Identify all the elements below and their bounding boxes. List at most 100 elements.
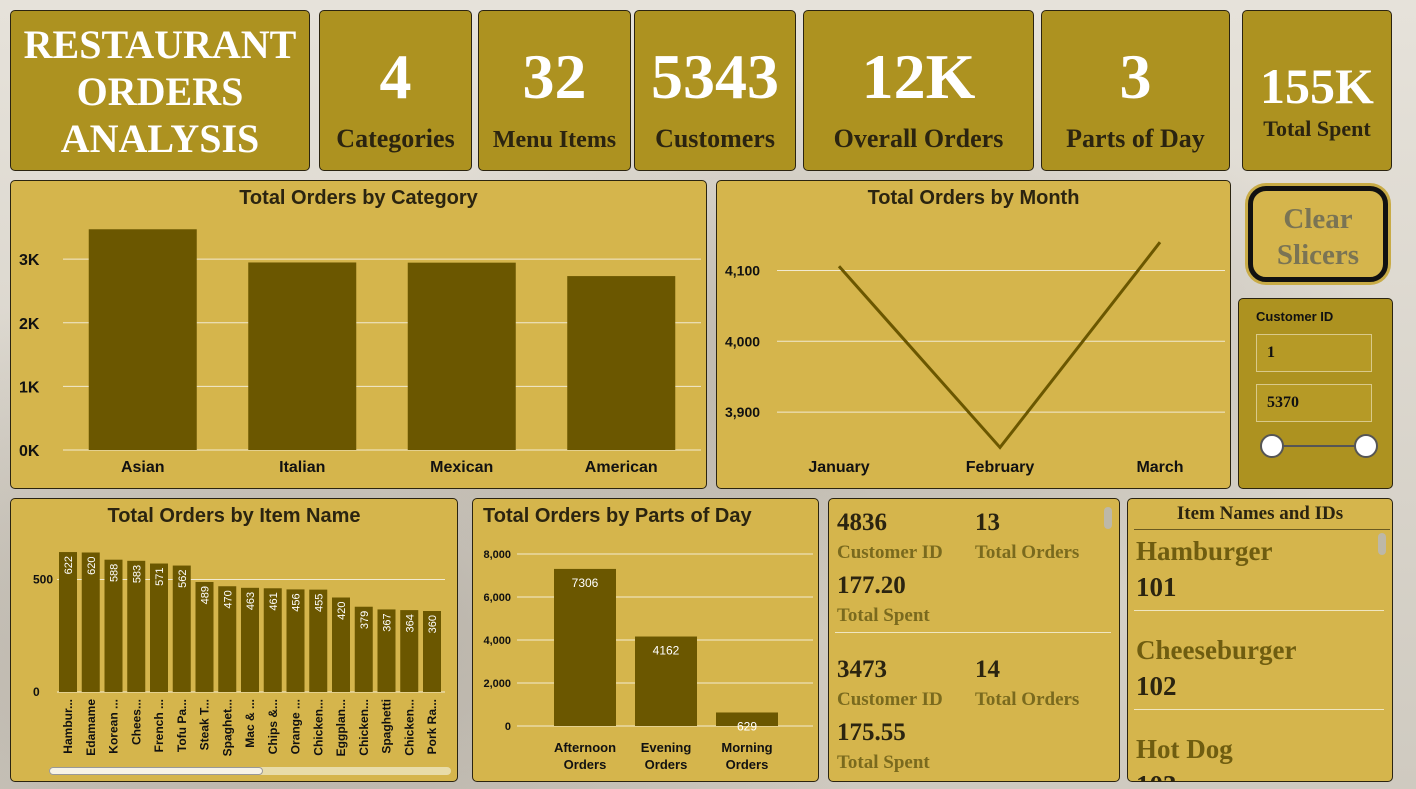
bar <box>567 276 676 450</box>
x-tick-label: Italian <box>279 459 325 476</box>
kpi-value: 4 <box>379 41 412 112</box>
item-id: 102 <box>1136 671 1177 701</box>
kpi-parts-of-day: 3 Parts of Day <box>1041 10 1230 171</box>
customer-id-slicer: Customer ID 1 5370 <box>1238 298 1393 489</box>
chart-orders-by-month: Total Orders by Month 3,900 4,000 4,100 Jan… <box>716 180 1231 489</box>
data-label: 367 <box>382 613 394 631</box>
chart-orders-by-parts-of-day: Total Orders by Parts of Day 0 2,000 4,000… <box>472 498 819 782</box>
kpi-label: Categories <box>336 124 455 153</box>
data-label: 583 <box>131 565 143 583</box>
divider <box>1134 709 1384 710</box>
data-label: 364 <box>404 614 416 632</box>
kpi-value: 155K <box>1260 58 1374 114</box>
clear-slicers-button[interactable]: Clear Slicers <box>1248 186 1388 282</box>
kpi-customers: 5343 Customers <box>634 10 796 171</box>
y-tick-label: 0 <box>505 721 511 733</box>
slicer-track <box>1273 445 1367 447</box>
x-tick-label: Morning <box>721 740 772 755</box>
x-tick-label: Chicken... <box>357 699 371 756</box>
data-label: 360 <box>427 615 439 633</box>
bar <box>554 568 616 726</box>
x-tick-label: Evening <box>641 740 692 755</box>
total-spent-value: 177.20 <box>837 572 906 599</box>
x-tick-label: Edamame <box>84 699 98 756</box>
kpi-menu-items: 32 Menu Items <box>478 10 631 171</box>
item-name: Hamburger <box>1136 536 1273 566</box>
data-label: 456 <box>291 593 303 611</box>
x-tick-label: Orders <box>726 757 769 772</box>
total-spent-value: 175.55 <box>837 719 906 746</box>
y-tick-label: 6,000 <box>483 592 511 604</box>
x-tick-label: Korean ... <box>107 699 121 754</box>
kpi-label: Menu Items <box>492 127 617 153</box>
data-label: 4162 <box>653 644 680 658</box>
total-spent-label: Total Spent <box>837 752 930 773</box>
x-tick-label: Asian <box>121 459 165 476</box>
total-spent-label: Total Spent <box>837 605 930 626</box>
data-label: 489 <box>200 586 212 604</box>
data-label: 620 <box>86 557 98 575</box>
item-name: Hot Dog <box>1136 734 1233 764</box>
bar <box>88 229 197 450</box>
vertical-scrollbar-thumb[interactable] <box>1378 533 1386 555</box>
category-chart-svg: 0K 1K 2K 3K Asian Italian Mexican American <box>19 229 701 476</box>
item-names-panel: Item Names and IDs Hamburger 101 Cheeseb… <box>1127 498 1393 782</box>
vertical-scrollbar-thumb[interactable] <box>1104 507 1112 529</box>
slicer-max-input[interactable]: 5370 <box>1256 384 1372 422</box>
data-label: 588 <box>109 564 121 582</box>
y-tick-label: 500 <box>33 573 53 587</box>
total-orders-value: 14 <box>975 656 1000 683</box>
customer-id-label: Customer ID <box>837 542 943 563</box>
item-name: Cheeseburger <box>1136 635 1297 665</box>
x-tick-label: Eggplan... <box>334 699 348 756</box>
y-tick-label: 1K <box>19 379 40 396</box>
x-tick-label: Tofu Pa... <box>175 699 189 752</box>
header-divider <box>1134 529 1390 530</box>
total-orders-label: Total Orders <box>975 689 1080 710</box>
x-tick-label: February <box>966 459 1035 476</box>
panel-title: Item Names and IDs <box>1176 503 1344 524</box>
y-tick-label: 4,100 <box>725 263 760 279</box>
y-tick-label: 3K <box>19 252 40 269</box>
kpi-label: Overall Orders <box>833 124 1004 153</box>
y-tick-label: 3,900 <box>725 404 760 420</box>
kpi-value: 32 <box>522 41 587 112</box>
slicer-max-handle[interactable] <box>1354 434 1378 458</box>
slicer-min-handle[interactable] <box>1260 434 1284 458</box>
y-tick-label: 4,000 <box>725 333 760 349</box>
item-id: 101 <box>1136 572 1177 602</box>
kpi-label: Customers <box>655 124 775 153</box>
kpi-value: 3 <box>1119 41 1152 112</box>
x-tick-label: French ... <box>152 699 166 752</box>
kpi-total-spent: 155K Total Spent <box>1242 10 1392 171</box>
data-label: 571 <box>154 568 166 586</box>
dashboard-title: RESTAURANT ORDERS ANALYSIS <box>10 10 310 171</box>
y-tick-label: 0K <box>19 443 40 460</box>
item-id: 103 <box>1136 770 1177 781</box>
divider <box>835 632 1111 633</box>
series-line <box>837 241 1162 450</box>
total-orders-label: Total Orders <box>975 542 1080 563</box>
data-label: 622 <box>63 556 75 574</box>
y-tick-label: 2,000 <box>483 678 511 690</box>
slicer-min-input[interactable]: 1 <box>1256 334 1372 372</box>
data-label: 455 <box>313 594 325 612</box>
y-tick-label: 8,000 <box>483 549 511 561</box>
horizontal-scrollbar[interactable] <box>49 767 451 775</box>
x-tick-label: Chips &... <box>266 699 280 754</box>
divider <box>1134 610 1384 611</box>
month-chart-svg: 3,900 4,000 4,100 January February March <box>725 241 1225 476</box>
kpi-categories: 4 Categories <box>319 10 472 171</box>
y-tick-label: 4,000 <box>483 635 511 647</box>
x-tick-label: Mexican <box>430 459 493 476</box>
data-label: 562 <box>177 570 189 588</box>
x-tick-label: Chicken... <box>402 699 416 756</box>
data-label: 463 <box>245 592 257 610</box>
item-chart-svg: 0 500 622 Hambur... 620 Edamame 588 Korean ... 5… <box>33 552 445 756</box>
kpi-value: 5343 <box>651 41 779 112</box>
data-label: 7306 <box>572 576 599 590</box>
scrollbar-thumb[interactable] <box>49 767 263 775</box>
x-tick-label: January <box>808 459 869 476</box>
chart-orders-by-category: Total Orders by Category 0K 1K 2K 3K Asian It… <box>10 180 707 489</box>
customer-id-value: 4836 <box>837 509 887 536</box>
